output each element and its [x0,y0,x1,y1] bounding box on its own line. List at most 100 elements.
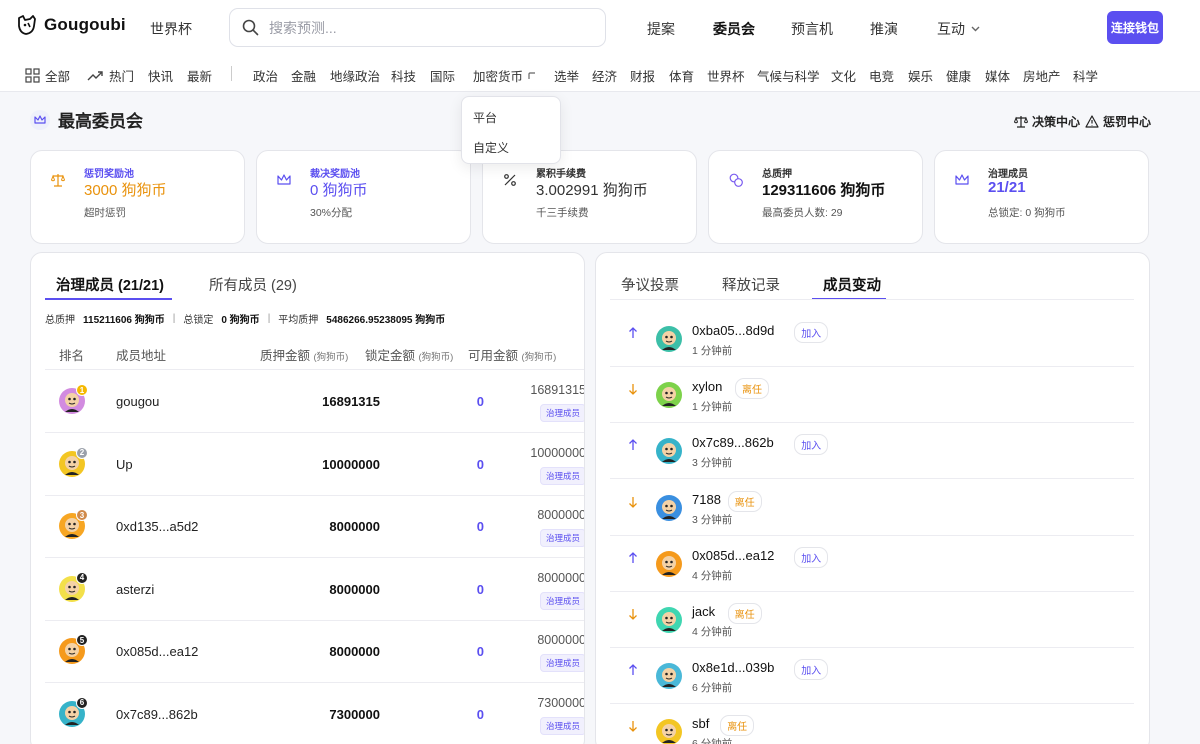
tab-release-records[interactable]: 释放记录 [722,274,780,295]
member-address[interactable]: gougou [116,394,159,409]
penalty-center-link[interactable]: 惩罚中心 [1085,113,1151,130]
dropdown-item-custom[interactable]: 自定义 [473,139,509,156]
change-member[interactable]: 0x085d...ea12 [692,548,774,563]
nav-interaction[interactable]: 互动 [937,19,980,39]
category-latest[interactable]: 最新 [187,66,212,85]
summary-total-locked: 0 狗狗币 [221,315,260,326]
arrow-down-icon [629,384,637,396]
category-culture[interactable]: 文化 [831,66,856,85]
tab-active-underline [45,298,172,300]
category-all[interactable]: 全部 [25,66,70,85]
category-hot[interactable]: 热门 [87,66,134,85]
change-type-badge: 加入 [794,434,829,456]
category-news[interactable]: 快讯 [148,66,173,85]
list-item[interactable]: 0x8e1d...039b 加入 6 分钟前 [610,648,1134,705]
change-time: 1 分钟前 [692,345,733,357]
member-address[interactable]: Up [116,457,133,472]
arrow-up-icon [629,327,637,338]
chevron-down-icon [971,26,980,32]
change-member[interactable]: jack [692,604,715,619]
list-item[interactable]: 7188 离任 3 分钟前 [610,480,1134,536]
brand-logo[interactable]: Gougoubi [16,14,126,36]
tab-all-members[interactable]: 所有成员 (29) [209,274,297,295]
member-address[interactable]: 0x7c89...862b [116,707,198,722]
nav-worldcup[interactable]: 世界杯 [150,19,192,39]
dropdown-item-platform[interactable]: 平台 [473,109,497,126]
change-member[interactable]: 0xba05...8d9d [692,323,774,338]
list-item[interactable]: 0x085d...ea12 加入 4 分钟前 [610,536,1134,592]
change-time: 1 分钟前 [692,401,733,414]
table-row[interactable]: 6 0x7c89...862b 7300000 0 7300000 治理成员 [45,683,584,744]
nav-oracle[interactable]: 预言机 [791,19,833,39]
connect-wallet-button[interactable]: 连接钱包 [1107,11,1163,44]
member-address[interactable]: 0xd135...a5d2 [116,519,198,534]
stat-card-governance: 治理成员 21/21 总锁定: 0 狗狗币 [934,150,1149,244]
members-panel: 治理成员 (21/21) 所有成员 (29) 总质押 115211606 狗狗币… [30,252,585,744]
penalty-center-label: 惩罚中心 [1103,115,1152,129]
rank-badge: 1 [76,384,88,396]
rank-badge: 5 [76,634,88,646]
search-box[interactable] [229,8,606,47]
table-row[interactable]: 1 gougou 16891315 0 16891315 治理成员 [45,370,585,432]
avatar [656,494,682,521]
category-entertainment[interactable]: 娱乐 [908,66,933,85]
summary-total-locked-label: 总锁定 [183,315,214,326]
category-media[interactable]: 媒体 [985,66,1010,85]
category-climate[interactable]: 气候与科学 [757,66,820,85]
category-crypto-label: 加密货币 [473,70,524,84]
list-item[interactable]: xylon 离任 1 分钟前 [610,367,1134,424]
category-tech[interactable]: 科技 [391,66,416,85]
table-row[interactable]: 2 Up 10000000 0 10000000 治理成员 [45,433,584,495]
scale-icon [51,174,65,187]
nav-proposals[interactable]: 提案 [647,19,675,39]
column-rank: 排名 [59,349,85,363]
change-member[interactable]: 0x8e1d...039b [692,660,774,675]
list-item[interactable]: 0xba05...8d9d 加入 1 分钟前 [610,311,1134,367]
category-health[interactable]: 健康 [946,66,971,85]
category-realestate[interactable]: 房地产 [1023,66,1061,85]
avatar [656,550,682,577]
change-type-badge: 离任 [727,603,762,624]
avatar [656,326,682,352]
crown-icon [955,174,969,185]
category-earnings[interactable]: 财报 [630,66,655,85]
category-hot-label: 热门 [109,70,135,84]
nav-interaction-label: 互动 [937,21,965,37]
category-worldcup[interactable]: 世界杯 [707,66,745,85]
category-election[interactable]: 选举 [554,66,579,85]
search-input[interactable] [269,19,569,36]
member-address[interactable]: asterzi [116,582,154,597]
category-geopolitics[interactable]: 地缘政治 [330,66,380,85]
member-available: 16891315 [530,383,585,397]
crown-icon [277,174,291,185]
category-crypto[interactable]: 加密货币 [473,66,536,85]
decision-center-link[interactable]: 决策中心 [1014,113,1080,130]
change-member[interactable]: 0x7c89...862b [692,435,774,450]
list-item[interactable]: jack 离任 4 分钟前 [610,592,1134,648]
category-esports[interactable]: 电竞 [869,66,894,85]
tab-member-changes[interactable]: 成员变动 [823,274,881,295]
change-member[interactable]: 7188 [692,492,721,507]
stat-card-ruling-pool: 裁决奖励池 0 狗狗币 30%分配 [256,150,471,244]
tab-governance-members[interactable]: 治理成员 (21/21) [56,274,164,295]
member-locked: 0 [476,581,484,597]
stat-label: 累积手续费 [536,169,586,180]
change-member[interactable]: sbf [692,716,709,731]
list-item[interactable]: sbf 离任6 分钟前 [610,704,1134,744]
table-row[interactable]: 4 asterzi 8000000 0 8000000 治理成员 [45,558,584,620]
category-economy[interactable]: 经济 [592,66,617,85]
table-row[interactable]: 5 0x085d...ea12 8000000 0 8000000 治理成员 [45,620,584,682]
nav-committee[interactable]: 委员会 [713,19,755,39]
category-finance[interactable]: 金融 [291,66,316,85]
table-row[interactable]: 3 0xd135...a5d2 8000000 0 8000000 治理成员 [45,495,584,557]
category-politics[interactable]: 政治 [253,66,278,85]
category-international[interactable]: 国际 [430,66,455,85]
change-member[interactable]: xylon [692,379,722,394]
tab-dispute-votes[interactable]: 争议投票 [621,274,679,295]
list-item[interactable]: 0x7c89...862b 加入 3 分钟前 [610,423,1134,480]
crown-icon [30,109,50,130]
category-science[interactable]: 科学 [1073,66,1098,85]
member-address[interactable]: 0x085d...ea12 [116,644,198,659]
nav-simulation[interactable]: 推演 [870,19,898,39]
category-sports[interactable]: 体育 [669,66,694,85]
